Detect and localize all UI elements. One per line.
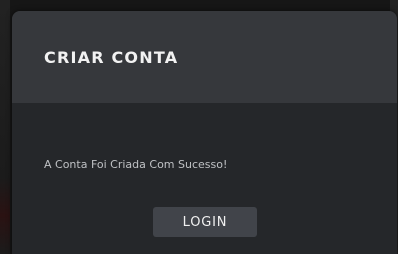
login-button[interactable]: LOGIN <box>153 207 257 237</box>
background-edge-left <box>0 0 10 254</box>
modal-title: CRIAR CONTA <box>44 48 179 67</box>
screen: CRIAR CONTA A Conta Foi Criada Com Suces… <box>0 0 398 254</box>
success-message: A Conta Foi Criada Com Sucesso! <box>44 158 228 171</box>
create-account-modal: CRIAR CONTA A Conta Foi Criada Com Suces… <box>12 11 397 254</box>
modal-header: CRIAR CONTA <box>12 11 397 103</box>
modal-body: A Conta Foi Criada Com Sucesso! LOGIN <box>12 103 397 254</box>
